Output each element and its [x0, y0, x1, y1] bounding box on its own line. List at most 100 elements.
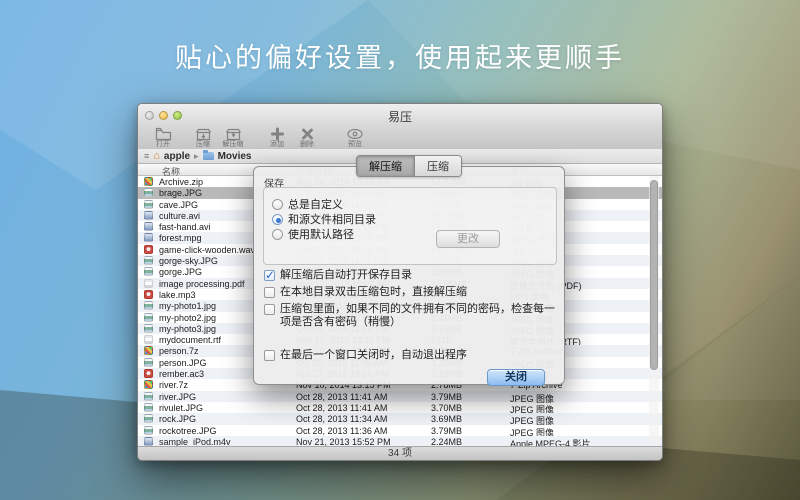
- cell-file-name: rockotree.JPG: [159, 426, 261, 436]
- extract-icon: [225, 127, 242, 141]
- delete-button[interactable]: 删除: [292, 127, 322, 148]
- file-type-icon: [144, 301, 153, 310]
- file-type-icon: [144, 414, 153, 423]
- file-type-icon: [144, 335, 153, 344]
- toolbar-label: 添加: [270, 141, 284, 148]
- cell-size: 3.79MB: [431, 392, 491, 402]
- cell-file-name: gorge-sky.JPG: [159, 256, 261, 266]
- file-type-icon: [144, 233, 153, 242]
- toolbar-label: 解压缩: [223, 141, 244, 148]
- cell-file-name: river.7z: [159, 380, 261, 390]
- checkbox-label: 在最后一个窗口关闭时，自动退出程序: [280, 349, 467, 362]
- file-type-icon: [144, 177, 153, 186]
- checkbox-icon: [264, 350, 275, 361]
- file-type-icon: [144, 369, 153, 378]
- extract-button[interactable]: 解压缩: [218, 127, 248, 148]
- radio-same-directory[interactable]: 和源文件相同目录: [272, 211, 376, 227]
- cell-file-name: fast-hand.avi: [159, 222, 261, 232]
- cell-file-name: lake.mp3: [159, 290, 261, 300]
- toolbar-label: 压缩: [196, 141, 210, 148]
- add-icon: [270, 127, 285, 141]
- vertical-scrollbar[interactable]: [649, 176, 659, 448]
- add-button[interactable]: 添加: [262, 127, 292, 148]
- file-type-icon: [144, 245, 153, 254]
- file-type-icon: [144, 290, 153, 299]
- cell-size: 3.70MB: [431, 403, 491, 413]
- cell-file-name: image processing.pdf: [159, 279, 261, 289]
- checkbox-label: 压缩包里面，如果不同的文件拥有不同的密码，检查每一项是否含有密码（稍慢）: [280, 303, 558, 329]
- path-separator: ▸: [194, 151, 199, 162]
- preview-button[interactable]: 预览: [340, 127, 370, 148]
- table-row[interactable]: river.JPGOct 28, 2013 11:41 AM3.79MBJPEG…: [138, 391, 663, 402]
- file-type-icon: [144, 313, 153, 322]
- cell-file-name: rock.JPG: [159, 414, 261, 424]
- toolbar-label: 删除: [300, 141, 314, 148]
- file-type-icon: [144, 200, 153, 209]
- file-type-icon: [144, 256, 153, 265]
- cell-size: 3.79MB: [431, 426, 491, 436]
- item-count: 34 项: [388, 448, 412, 459]
- file-type-icon: [144, 211, 153, 220]
- radio-label: 和源文件相同目录: [288, 211, 376, 227]
- cell-file-name: rember.ac3: [159, 369, 261, 379]
- window-title: 易压: [138, 108, 662, 125]
- close-button[interactable]: 关闭: [487, 369, 545, 386]
- cell-date-modified: Oct 28, 2013 11:41 AM: [296, 403, 426, 413]
- file-type-icon: [144, 222, 153, 231]
- cell-file-name: rivulet.JPG: [159, 403, 261, 413]
- preview-icon: [346, 127, 364, 141]
- radio-label: 总是自定义: [288, 196, 343, 212]
- radio-icon: [272, 199, 283, 210]
- tab-extract[interactable]: 解压缩: [357, 156, 414, 176]
- file-type-icon: [144, 426, 153, 435]
- title-bar[interactable]: 易压: [138, 104, 662, 126]
- path-segment-apple[interactable]: apple: [164, 151, 190, 162]
- cell-file-name: Archive.zip: [159, 177, 261, 187]
- change-button[interactable]: 更改: [436, 230, 500, 248]
- open-button[interactable]: 打开: [148, 127, 178, 148]
- file-type-icon: [144, 188, 153, 197]
- scrollbar-thumb[interactable]: [650, 180, 658, 370]
- checkbox-check-passwords[interactable]: 压缩包里面，如果不同的文件拥有不同的密码，检查每一项是否含有密码（稍慢）: [264, 303, 558, 329]
- checkbox-doubleclick-extract[interactable]: 在本地目录双击压缩包时，直接解压缩: [264, 286, 467, 299]
- preferences-tabs: 解压缩 压缩: [356, 155, 462, 177]
- file-type-icon: [144, 279, 153, 288]
- table-row[interactable]: rockotree.JPG Oct 28, 2013 11:36 AM 3.79MB…: [138, 425, 663, 436]
- compress-button[interactable]: 压缩: [188, 127, 218, 148]
- radio-label: 使用默认路径: [288, 226, 354, 242]
- file-type-icon: [144, 267, 153, 276]
- table-row[interactable]: rock.JPGOct 28, 2013 11:34 AM3.69MBJPEG …: [138, 413, 663, 424]
- toolbar-label: 预览: [348, 141, 362, 148]
- radio-always-custom[interactable]: 总是自定义: [272, 196, 343, 212]
- folder-icon: [203, 152, 214, 160]
- cell-file-name: mydocument.rtf: [159, 335, 261, 345]
- file-type-icon: [144, 346, 153, 355]
- cell-date-modified: Oct 28, 2013 11:36 AM: [296, 426, 426, 436]
- list-view-icon[interactable]: ≡: [144, 151, 149, 161]
- toolbar-label: 打开: [156, 141, 170, 148]
- cell-file-name: person.JPG: [159, 358, 261, 368]
- file-type-icon: [144, 437, 153, 446]
- checkbox-open-after-extract[interactable]: 解压缩后自动打开保存目录: [264, 269, 412, 282]
- folder-open-icon: [155, 127, 172, 141]
- radio-selected-icon: [272, 214, 283, 225]
- radio-icon: [272, 229, 283, 240]
- tab-compress[interactable]: 压缩: [414, 156, 461, 176]
- delete-icon: [300, 127, 315, 141]
- table-row[interactable]: rivulet.JPGOct 28, 2013 11:41 AM3.70MBJP…: [138, 402, 663, 413]
- checkbox-checked-icon: [264, 270, 275, 281]
- radio-default-path[interactable]: 使用默认路径: [272, 226, 354, 242]
- file-type-icon: [144, 324, 153, 333]
- cell-date-modified: Oct 28, 2013 11:41 AM: [296, 392, 426, 402]
- path-segment-movies[interactable]: Movies: [218, 151, 252, 162]
- cell-file-name: cave.JPG: [159, 200, 261, 210]
- preferences-dialog: 解压缩 压缩 保存 总是自定义 和源文件相同目录 使用默认路径 更改 解压缩后自…: [253, 166, 565, 385]
- cell-file-name: game-click-wooden.wav: [159, 245, 261, 255]
- checkbox-label: 解压缩后自动打开保存目录: [280, 269, 412, 282]
- home-icon: ⌂: [153, 151, 160, 161]
- file-type-icon: [144, 380, 153, 389]
- marketing-headline: 贴心的偏好设置，使用起来更顺手: [0, 36, 800, 75]
- save-group-box: 总是自定义 和源文件相同目录 使用默认路径 更改: [263, 187, 557, 265]
- cell-size: 3.69MB: [431, 414, 491, 424]
- checkbox-quit-on-last-window[interactable]: 在最后一个窗口关闭时，自动退出程序: [264, 349, 467, 362]
